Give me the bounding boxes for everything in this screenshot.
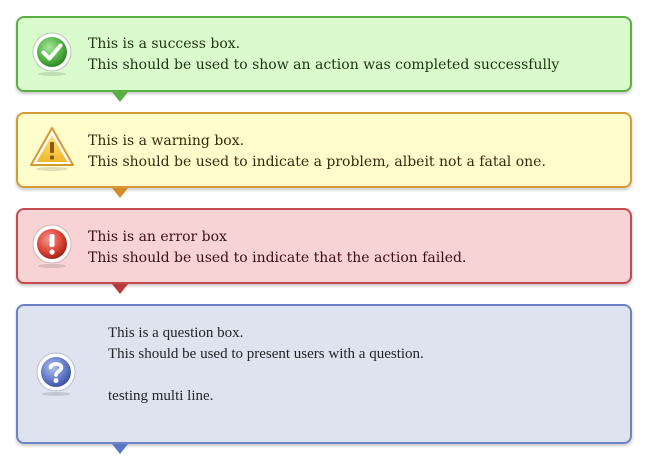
success-message-text: This is a success box. This should be us… — [88, 34, 559, 76]
error-box-pointer — [112, 284, 128, 294]
warning-message-text: This is a warning box. This should be us… — [88, 131, 546, 173]
error-message-box: This is an error box This should be used… — [16, 208, 632, 294]
question-box-pointer — [112, 444, 128, 454]
question-message-text: This is a question box. This should be u… — [108, 323, 424, 407]
warning-box-pointer — [112, 188, 128, 198]
success-title: This is a success box. — [88, 36, 241, 52]
exclamation-circle-icon — [32, 224, 72, 268]
question-circle-icon — [36, 352, 76, 396]
question-description: This should be used to present users wit… — [108, 346, 424, 362]
question-extra-line: testing multi line. — [108, 388, 214, 404]
question-spacer — [108, 365, 424, 386]
success-description: This should be used to show an action wa… — [88, 57, 560, 73]
error-description: This should be used to indicate that the… — [88, 250, 467, 266]
success-message-box: This is a success box. This should be us… — [16, 16, 632, 102]
warning-description: This should be used to indicate a proble… — [88, 154, 546, 170]
warning-triangle-icon — [30, 127, 74, 171]
question-message-box: This is a question box. This should be u… — [16, 304, 632, 454]
checkmark-icon — [32, 32, 72, 76]
error-message-text: This is an error box This should be used… — [88, 227, 466, 269]
warning-message-box: This is a warning box. This should be us… — [16, 112, 632, 198]
success-box-pointer — [112, 92, 128, 102]
question-title: This is a question box. — [108, 325, 244, 341]
warning-title: This is a warning box. — [88, 133, 245, 149]
error-title: This is an error box — [88, 229, 227, 245]
